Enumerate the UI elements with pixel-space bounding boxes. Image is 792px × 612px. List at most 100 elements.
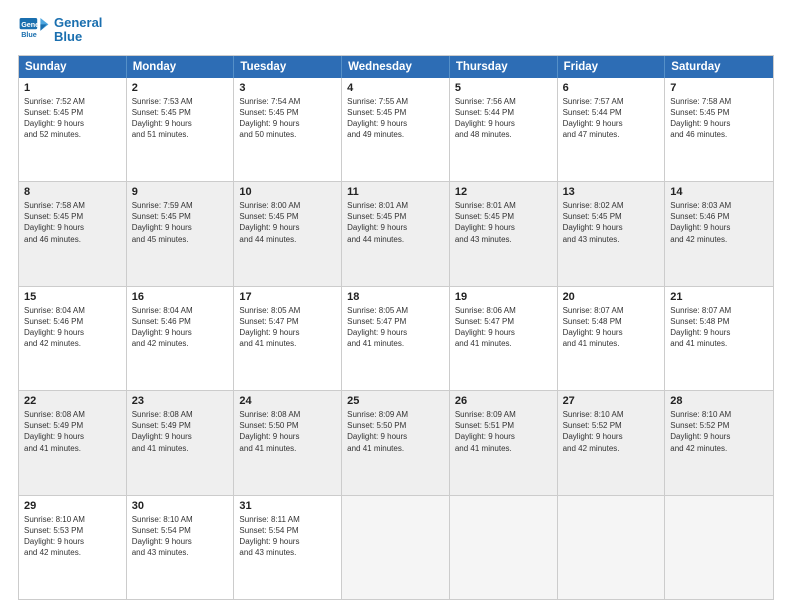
cell-info: Sunrise: 8:01 AMSunset: 5:45 PMDaylight:… (347, 200, 444, 245)
cell-info: Sunrise: 7:58 AMSunset: 5:45 PMDaylight:… (24, 200, 121, 245)
calendar-cell: 27Sunrise: 8:10 AMSunset: 5:52 PMDayligh… (558, 391, 666, 494)
calendar-cell: 6 Sunrise: 7:57 AMSunset: 5:44 PMDaylight… (558, 78, 666, 181)
calendar-week: 15 Sunrise: 8:04 AMSunset: 5:46 PMDayligh… (19, 287, 773, 391)
day-number: 25 (347, 395, 444, 407)
calendar-day-header: Tuesday (234, 56, 342, 78)
page: General Blue General Blue SundayMondayTu… (0, 0, 792, 612)
calendar-cell-empty (665, 496, 773, 599)
calendar-cell: 26Sunrise: 8:09 AMSunset: 5:51 PMDayligh… (450, 391, 558, 494)
calendar-cell: 4 Sunrise: 7:55 AMSunset: 5:45 PMDaylight… (342, 78, 450, 181)
cell-info: Sunrise: 8:04 AMSunset: 5:46 PMDaylight:… (132, 305, 229, 350)
cell-info: Sunrise: 7:52 AMSunset: 5:45 PMDaylight:… (24, 96, 121, 141)
calendar-header: SundayMondayTuesdayWednesdayThursdayFrid… (19, 56, 773, 78)
cell-info: Sunrise: 7:54 AMSunset: 5:45 PMDaylight:… (239, 96, 336, 141)
calendar-cell: 16 Sunrise: 8:04 AMSunset: 5:46 PMDayligh… (127, 287, 235, 390)
cell-info: Sunrise: 8:08 AMSunset: 5:49 PMDaylight:… (24, 409, 121, 454)
calendar-cell: 2Sunrise: 7:53 AMSunset: 5:45 PMDaylight… (127, 78, 235, 181)
calendar-cell: 9 Sunrise: 7:59 AMSunset: 5:45 PMDaylight… (127, 182, 235, 285)
calendar-cell: 14 Sunrise: 8:03 AMSunset: 5:46 PMDayligh… (665, 182, 773, 285)
day-number: 7 (670, 82, 768, 94)
calendar-cell: 13 Sunrise: 8:02 AMSunset: 5:45 PMDayligh… (558, 182, 666, 285)
logo-icon: General Blue (18, 16, 50, 44)
day-number: 28 (670, 395, 768, 407)
day-number: 14 (670, 186, 768, 198)
calendar-cell: 22Sunrise: 8:08 AMSunset: 5:49 PMDayligh… (19, 391, 127, 494)
day-number: 26 (455, 395, 552, 407)
cell-info: Sunrise: 8:00 AMSunset: 5:45 PMDaylight:… (239, 200, 336, 245)
calendar-cell: 23Sunrise: 8:08 AMSunset: 5:49 PMDayligh… (127, 391, 235, 494)
day-number: 27 (563, 395, 660, 407)
day-number: 10 (239, 186, 336, 198)
day-number: 24 (239, 395, 336, 407)
calendar-cell: 21Sunrise: 8:07 AMSunset: 5:48 PMDayligh… (665, 287, 773, 390)
calendar-cell: 24 Sunrise: 8:08 AMSunset: 5:50 PMDayligh… (234, 391, 342, 494)
cell-info: Sunrise: 8:01 AMSunset: 5:45 PMDaylight:… (455, 200, 552, 245)
calendar-cell: 8 Sunrise: 7:58 AMSunset: 5:45 PMDaylight… (19, 182, 127, 285)
calendar-day-header: Saturday (665, 56, 773, 78)
cell-info: Sunrise: 8:10 AMSunset: 5:52 PMDaylight:… (670, 409, 768, 454)
calendar-body: 1 Sunrise: 7:52 AMSunset: 5:45 PMDaylight… (19, 78, 773, 599)
header: General Blue General Blue (18, 16, 774, 45)
day-number: 19 (455, 291, 552, 303)
day-number: 31 (239, 500, 336, 512)
calendar-cell: 3 Sunrise: 7:54 AMSunset: 5:45 PMDaylight… (234, 78, 342, 181)
cell-info: Sunrise: 8:02 AMSunset: 5:45 PMDaylight:… (563, 200, 660, 245)
day-number: 2 (132, 82, 229, 94)
logo-text: General Blue (54, 16, 102, 45)
calendar-day-header: Monday (127, 56, 235, 78)
cell-info: Sunrise: 8:07 AMSunset: 5:48 PMDaylight:… (563, 305, 660, 350)
day-number: 18 (347, 291, 444, 303)
calendar-cell: 31 Sunrise: 8:11 AMSunset: 5:54 PMDayligh… (234, 496, 342, 599)
cell-info: Sunrise: 8:09 AMSunset: 5:50 PMDaylight:… (347, 409, 444, 454)
cell-info: Sunrise: 8:08 AMSunset: 5:50 PMDaylight:… (239, 409, 336, 454)
day-number: 5 (455, 82, 552, 94)
calendar-week: 8 Sunrise: 7:58 AMSunset: 5:45 PMDaylight… (19, 182, 773, 286)
cell-info: Sunrise: 8:03 AMSunset: 5:46 PMDaylight:… (670, 200, 768, 245)
day-number: 1 (24, 82, 121, 94)
calendar-cell-empty (450, 496, 558, 599)
cell-info: Sunrise: 7:56 AMSunset: 5:44 PMDaylight:… (455, 96, 552, 141)
calendar-day-header: Wednesday (342, 56, 450, 78)
day-number: 21 (670, 291, 768, 303)
logo: General Blue General Blue (18, 16, 102, 45)
calendar-week: 29 Sunrise: 8:10 AMSunset: 5:53 PMDayligh… (19, 496, 773, 599)
cell-info: Sunrise: 7:55 AMSunset: 5:45 PMDaylight:… (347, 96, 444, 141)
day-number: 17 (239, 291, 336, 303)
cell-info: Sunrise: 7:57 AMSunset: 5:44 PMDaylight:… (563, 96, 660, 141)
calendar-cell: 10 Sunrise: 8:00 AMSunset: 5:45 PMDayligh… (234, 182, 342, 285)
day-number: 3 (239, 82, 336, 94)
cell-info: Sunrise: 7:59 AMSunset: 5:45 PMDaylight:… (132, 200, 229, 245)
day-number: 15 (24, 291, 121, 303)
calendar-cell: 1 Sunrise: 7:52 AMSunset: 5:45 PMDaylight… (19, 78, 127, 181)
calendar-cell-empty (342, 496, 450, 599)
calendar-cell: 25 Sunrise: 8:09 AMSunset: 5:50 PMDayligh… (342, 391, 450, 494)
day-number: 9 (132, 186, 229, 198)
calendar-cell: 18Sunrise: 8:05 AMSunset: 5:47 PMDayligh… (342, 287, 450, 390)
svg-text:Blue: Blue (21, 30, 37, 39)
day-number: 29 (24, 500, 121, 512)
calendar-day-header: Thursday (450, 56, 558, 78)
day-number: 16 (132, 291, 229, 303)
day-number: 8 (24, 186, 121, 198)
calendar-cell: 17Sunrise: 8:05 AMSunset: 5:47 PMDayligh… (234, 287, 342, 390)
day-number: 11 (347, 186, 444, 198)
calendar-cell: 20Sunrise: 8:07 AMSunset: 5:48 PMDayligh… (558, 287, 666, 390)
day-number: 4 (347, 82, 444, 94)
cell-info: Sunrise: 8:11 AMSunset: 5:54 PMDaylight:… (239, 514, 336, 559)
cell-info: Sunrise: 8:04 AMSunset: 5:46 PMDaylight:… (24, 305, 121, 350)
day-number: 12 (455, 186, 552, 198)
calendar-day-header: Friday (558, 56, 666, 78)
cell-info: Sunrise: 8:06 AMSunset: 5:47 PMDaylight:… (455, 305, 552, 350)
cell-info: Sunrise: 8:08 AMSunset: 5:49 PMDaylight:… (132, 409, 229, 454)
day-number: 13 (563, 186, 660, 198)
calendar-week: 22Sunrise: 8:08 AMSunset: 5:49 PMDayligh… (19, 391, 773, 495)
cell-info: Sunrise: 8:10 AMSunset: 5:54 PMDaylight:… (132, 514, 229, 559)
calendar-day-header: Sunday (19, 56, 127, 78)
calendar-cell: 15 Sunrise: 8:04 AMSunset: 5:46 PMDayligh… (19, 287, 127, 390)
cell-info: Sunrise: 8:10 AMSunset: 5:53 PMDaylight:… (24, 514, 121, 559)
calendar-cell: 28 Sunrise: 8:10 AMSunset: 5:52 PMDayligh… (665, 391, 773, 494)
cell-info: Sunrise: 7:58 AMSunset: 5:45 PMDaylight:… (670, 96, 768, 141)
calendar-week: 1 Sunrise: 7:52 AMSunset: 5:45 PMDaylight… (19, 78, 773, 182)
calendar-cell: 7 Sunrise: 7:58 AMSunset: 5:45 PMDaylight… (665, 78, 773, 181)
day-number: 6 (563, 82, 660, 94)
